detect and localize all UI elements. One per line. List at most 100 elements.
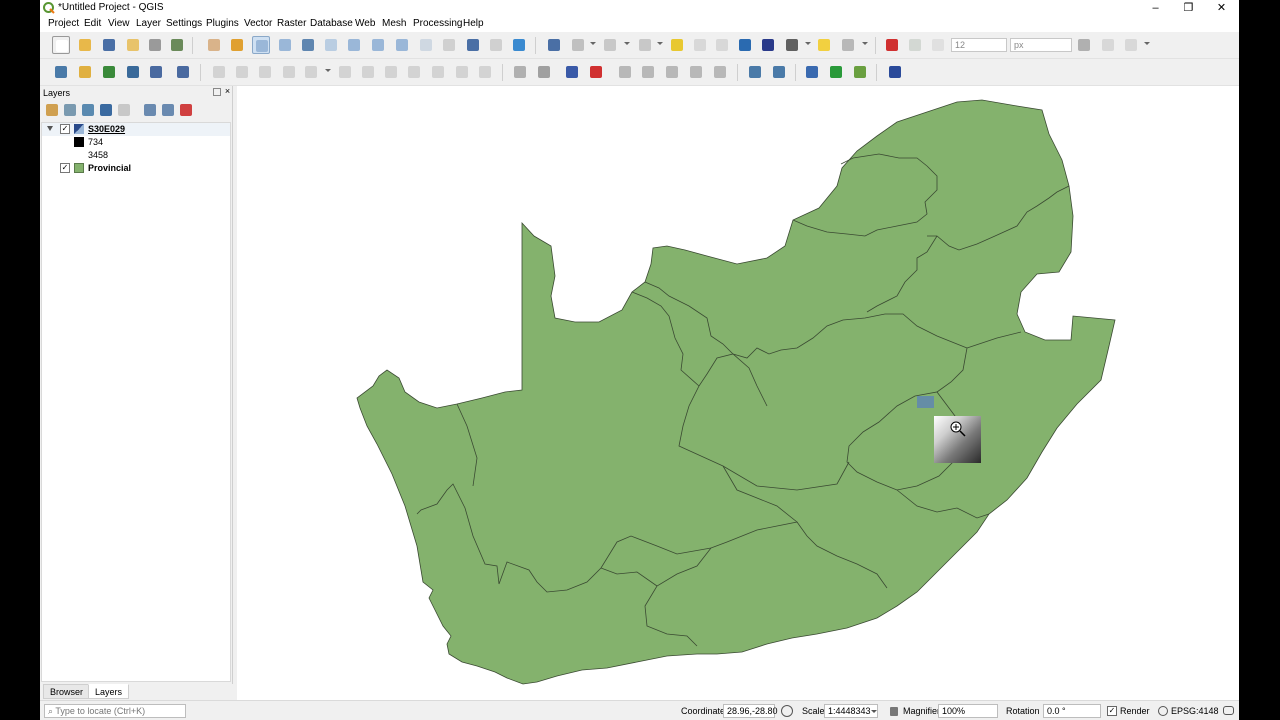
rotate-label-icon[interactable] xyxy=(663,63,681,81)
new-project-icon[interactable] xyxy=(52,36,70,54)
menu-edit[interactable]: Edit xyxy=(84,18,101,29)
profile-tool-icon[interactable] xyxy=(827,63,845,81)
add-delimited-text-icon[interactable] xyxy=(124,63,142,81)
data-source-manager-icon[interactable] xyxy=(52,63,70,81)
snapping-magnet-icon[interactable] xyxy=(883,36,901,54)
locator-search-input[interactable]: ⌕ Type to locate (Ctrl+K) xyxy=(44,704,186,718)
coordinate-field[interactable]: 28.96,-28.80 xyxy=(723,704,778,718)
measure-line-icon[interactable] xyxy=(783,36,801,54)
refresh-icon[interactable] xyxy=(510,36,528,54)
chevron-down-icon[interactable] xyxy=(862,42,868,45)
move-label-icon[interactable] xyxy=(639,63,657,81)
collapse-all-icon[interactable] xyxy=(162,104,174,116)
pan-to-selection-icon[interactable] xyxy=(228,36,246,54)
menu-help[interactable]: Help xyxy=(463,18,484,29)
bookmark-icon[interactable] xyxy=(487,36,505,54)
zoom-native-icon[interactable] xyxy=(369,36,387,54)
topology-icon[interactable] xyxy=(929,36,947,54)
statistics-sigma-icon[interactable] xyxy=(759,36,777,54)
add-virtual-layer-icon[interactable] xyxy=(174,63,192,81)
menu-vector[interactable]: Vector xyxy=(244,18,272,29)
filter-legend-icon[interactable] xyxy=(100,104,112,116)
rotation-spinbox[interactable]: 0.0 ° xyxy=(1043,704,1101,718)
metasearch-icon[interactable] xyxy=(746,63,764,81)
tolerance-unit-select[interactable]: px xyxy=(1010,38,1072,52)
style-manager-icon[interactable] xyxy=(168,36,186,54)
menu-mesh[interactable]: Mesh xyxy=(382,18,406,29)
attribute-table-icon[interactable] xyxy=(691,36,709,54)
provincial-polygon-outline[interactable] xyxy=(356,99,1116,685)
menu-database[interactable]: Database xyxy=(310,18,353,29)
render-checkbox[interactable]: ✓ xyxy=(1107,706,1117,716)
zoom-to-layer-icon[interactable] xyxy=(345,36,363,54)
expand-arrow-icon[interactable] xyxy=(47,126,53,131)
open-styling-icon[interactable] xyxy=(46,104,58,116)
chevron-down-icon[interactable] xyxy=(325,69,331,72)
add-group-icon[interactable] xyxy=(64,104,76,116)
minimize-button[interactable]: – xyxy=(1139,0,1172,16)
new-print-layout-icon[interactable] xyxy=(124,36,142,54)
layer-row-provincial[interactable]: ✓ Provincial xyxy=(42,162,230,175)
show-hide-labels-icon[interactable] xyxy=(616,63,634,81)
redo-icon[interactable] xyxy=(476,63,494,81)
open-project-icon[interactable] xyxy=(76,36,94,54)
modify-attributes-icon[interactable] xyxy=(336,63,354,81)
tab-browser[interactable]: Browser xyxy=(43,684,91,699)
chevron-down-icon[interactable] xyxy=(1144,42,1150,45)
layer-row-s30e029[interactable]: ✓ S30E029 xyxy=(42,123,230,136)
pin-labels-icon[interactable] xyxy=(587,63,605,81)
layer-visibility-checkbox[interactable]: ✓ xyxy=(60,124,70,134)
copy-features-icon[interactable] xyxy=(405,63,423,81)
pan-hand-icon[interactable] xyxy=(205,36,223,54)
zoom-out-icon[interactable] xyxy=(276,36,294,54)
new-map-view-icon[interactable] xyxy=(440,36,458,54)
map-canvas[interactable] xyxy=(237,86,1239,700)
magnifier-spinbox[interactable]: 100% xyxy=(938,704,998,718)
menu-processing[interactable]: Processing xyxy=(413,18,462,29)
map-tips-icon[interactable] xyxy=(815,36,833,54)
vertex-tool-icon[interactable] xyxy=(906,36,924,54)
add-vector-layer-icon[interactable] xyxy=(100,63,118,81)
select-by-value-icon[interactable] xyxy=(636,36,654,54)
restore-button[interactable]: ❐ xyxy=(1172,0,1205,16)
manage-themes-icon[interactable] xyxy=(82,104,94,116)
scale-combobox[interactable]: 1:4448343 xyxy=(824,704,878,718)
chevron-down-icon[interactable] xyxy=(871,710,877,713)
remove-layer-icon[interactable] xyxy=(180,104,192,116)
toggle-editing-icon[interactable] xyxy=(233,63,251,81)
menu-raster[interactable]: Raster xyxy=(277,18,306,29)
menu-settings[interactable]: Settings xyxy=(166,18,202,29)
lock-scale-icon[interactable] xyxy=(890,707,898,716)
trace-icon[interactable] xyxy=(1075,36,1093,54)
globe-crs-icon[interactable] xyxy=(1158,706,1168,716)
tolerance-value-input[interactable]: 12 xyxy=(951,38,1007,52)
zoom-next-icon[interactable] xyxy=(417,36,435,54)
menu-view[interactable]: View xyxy=(108,18,130,29)
add-raster-layer-icon[interactable] xyxy=(147,63,165,81)
vertex-editor-icon[interactable] xyxy=(302,63,320,81)
temporal-controller-icon[interactable] xyxy=(464,36,482,54)
chevron-down-icon[interactable] xyxy=(624,42,630,45)
float-panel-icon[interactable] xyxy=(213,88,221,96)
self-snapping-icon[interactable] xyxy=(1122,36,1140,54)
help-icon[interactable] xyxy=(886,63,904,81)
change-label-icon[interactable] xyxy=(687,63,705,81)
diagram-tool-icon[interactable] xyxy=(535,63,553,81)
save-project-icon[interactable] xyxy=(100,36,118,54)
paste-features-icon[interactable] xyxy=(429,63,447,81)
zoom-full-icon[interactable] xyxy=(299,36,317,54)
identify-features-icon[interactable] xyxy=(545,36,563,54)
crs-label[interactable]: EPSG:4148 xyxy=(1171,706,1219,716)
undo-icon[interactable] xyxy=(453,63,471,81)
menu-web[interactable]: Web xyxy=(355,18,375,29)
plugin-layers-icon[interactable] xyxy=(851,63,869,81)
zoom-last-icon[interactable] xyxy=(393,36,411,54)
toggle-extents-icon[interactable] xyxy=(781,705,793,717)
edit-pencil-icon[interactable] xyxy=(210,63,228,81)
close-panel-icon[interactable]: × xyxy=(223,87,232,96)
zoom-in-icon[interactable] xyxy=(252,36,270,54)
chevron-down-icon[interactable] xyxy=(590,42,596,45)
processing-toolbox-icon[interactable] xyxy=(736,36,754,54)
chevron-down-icon[interactable] xyxy=(805,42,811,45)
select-features-icon[interactable] xyxy=(601,36,619,54)
